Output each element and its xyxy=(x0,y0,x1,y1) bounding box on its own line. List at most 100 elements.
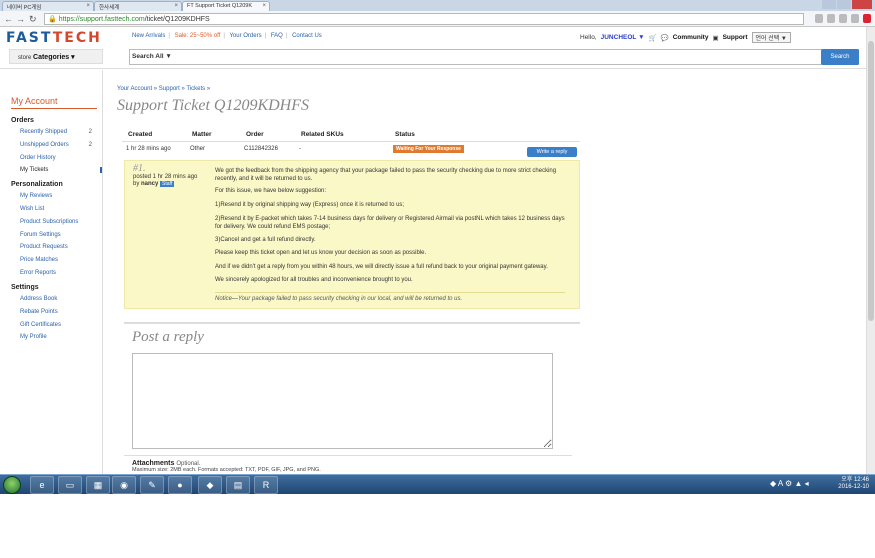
extension-icon[interactable] xyxy=(851,14,859,23)
message-paragraph: For this issue, we have below suggestion… xyxy=(215,188,327,194)
app-icon[interactable]: ▤ xyxy=(226,476,250,494)
r-app-icon[interactable]: R xyxy=(254,476,278,494)
browser-toolbar: ← → ↻ 🔒 https://support.fasttech.com/tick… xyxy=(0,11,875,27)
windows-taskbar: e ▭ ▦ ◉ ✎ ● ◆ ▤ R ◆ A ⚙ ▲ ◂ 오후 12:46 201… xyxy=(0,474,875,494)
search-button[interactable]: Search xyxy=(821,49,859,65)
paint-icon[interactable]: ✎ xyxy=(140,476,164,494)
ticket-created: 1 hr 28 mins ago xyxy=(126,146,171,152)
close-icon[interactable]: × xyxy=(86,3,90,9)
reply-textarea[interactable] xyxy=(132,353,553,449)
nav-sale[interactable]: Sale: 25~50% off xyxy=(175,33,221,39)
page-scrollbar[interactable] xyxy=(866,27,875,474)
table-divider xyxy=(122,141,580,142)
my-account-heading[interactable]: My Account xyxy=(11,96,97,109)
fasttech-logo[interactable]: FASTTECH xyxy=(6,30,102,46)
bookmark-star-icon[interactable] xyxy=(827,14,835,23)
sidebar-item-wish-list[interactable]: Wish List xyxy=(20,206,102,212)
address-bar[interactable]: 🔒 https://support.fasttech.com/ticket/Q12… xyxy=(44,13,804,25)
ticket-message: #1. posted 1 hr 28 mins ago by nancy Sta… xyxy=(124,160,580,309)
nav-new-arrivals[interactable]: New Arrivals xyxy=(132,33,165,39)
message-meta: posted 1 hr 28 mins ago by nancy Staff xyxy=(133,174,197,188)
column-header-status: Status xyxy=(395,131,415,138)
sidebar-item-my-tickets[interactable]: My Tickets xyxy=(20,167,102,173)
chrome-icon[interactable]: ◉ xyxy=(112,476,136,494)
nav-contact[interactable]: Contact Us xyxy=(292,33,322,39)
folder-icon[interactable]: ▭ xyxy=(58,476,82,494)
maximize-button[interactable] xyxy=(837,0,851,9)
nav-faq[interactable]: FAQ xyxy=(271,33,283,39)
sidebar-item-error-reports[interactable]: Error Reports xyxy=(20,270,102,276)
attachments-note: Maximum size: 2MB each. Formats accepted… xyxy=(132,467,321,473)
hello-text: Hello, xyxy=(580,34,597,41)
categories-label: Categories ▾ xyxy=(33,54,75,61)
clock-date: 2016-12-10 xyxy=(838,484,869,490)
ticket-matter: Other xyxy=(190,146,206,152)
message-paragraph: 3)Cancel and get a full refund directly. xyxy=(215,237,316,243)
page-title: Support Ticket Q1209KDHFS xyxy=(117,97,309,114)
sidebar-item-address-book[interactable]: Address Book xyxy=(20,296,102,302)
minimize-button[interactable] xyxy=(822,0,836,9)
author-name: nancy xyxy=(141,181,159,187)
forward-arrow-icon[interactable]: → xyxy=(16,14,25,24)
close-icon[interactable]: × xyxy=(174,3,178,9)
nav-your-orders[interactable]: Your Orders xyxy=(229,33,261,39)
reload-icon[interactable]: ↻ xyxy=(29,14,37,25)
language-select[interactable]: 언어 선택 ▼ xyxy=(751,32,791,43)
browser-tab[interactable]: 네이버 PC게임 × xyxy=(2,1,94,11)
close-icon[interactable]: × xyxy=(262,3,266,9)
count-badge: 2 xyxy=(88,129,92,135)
column-header-order: Order xyxy=(246,131,264,138)
url-host: support.fasttech.com xyxy=(79,16,145,23)
ie-icon[interactable]: e xyxy=(30,476,54,494)
chat-icon: 💬 xyxy=(660,34,669,42)
sidebar-item-price-matches[interactable]: Price Matches xyxy=(20,257,102,263)
breadcrumb[interactable]: Your Account » Support » Tickets » xyxy=(117,86,210,92)
browser-tab-bar: 네이버 PC게임 × 한사세계 × FT Support Ticket Q120… xyxy=(0,0,875,11)
sidebar-item-rebate-points[interactable]: Rebate Points xyxy=(20,309,102,315)
ticket-order-link[interactable]: C112842326 xyxy=(244,146,278,152)
write-reply-button[interactable]: Write a reply xyxy=(527,147,577,157)
divider xyxy=(124,455,572,456)
sidebar-item-my-reviews[interactable]: My Reviews xyxy=(20,193,102,199)
grid-app-icon[interactable]: ▦ xyxy=(86,476,110,494)
message-paragraph: 2)Resend it by E-packet which takes 7-14… xyxy=(215,216,565,230)
back-arrow-icon[interactable]: ← xyxy=(4,14,13,24)
translate-icon[interactable] xyxy=(815,14,823,23)
extension-icon[interactable] xyxy=(839,14,847,23)
kakaotalk-icon[interactable]: ● xyxy=(168,476,192,494)
browser-tab[interactable]: 한사세계 × xyxy=(94,1,182,11)
url-prefix: https:// xyxy=(58,16,80,23)
username-menu[interactable]: JUNCHEOL ▼ xyxy=(601,34,645,41)
sidebar-item-unshipped-orders[interactable]: Unshipped Orders 2 xyxy=(20,142,102,148)
tab-title: FT Support Ticket Q1209K xyxy=(187,3,253,9)
store-label: store xyxy=(18,55,32,61)
sidebar-item-gift-certificates[interactable]: Gift Certificates xyxy=(20,322,102,328)
logo-part: TECH xyxy=(52,30,102,46)
sidebar-item-my-profile[interactable]: My Profile xyxy=(20,334,102,340)
attachments-heading: Attachments Optional. xyxy=(132,460,200,467)
community-link[interactable]: Community xyxy=(673,34,709,41)
categories-menu[interactable]: store Categories ▾ xyxy=(9,49,103,64)
support-link[interactable]: Support xyxy=(723,34,748,41)
clock[interactable]: 오후 12:46 2016-12-10 xyxy=(838,477,869,491)
sidebar-item-product-requests[interactable]: Product Requests xyxy=(20,244,102,250)
notice-text: Notice—Your package failed to pass secur… xyxy=(215,292,565,302)
search-scope-select[interactable]: Search All ▼ xyxy=(132,53,172,60)
attachments-title: Attachments xyxy=(132,460,175,467)
sidebar-item-recently-shipped[interactable]: Recently Shipped 2 xyxy=(20,129,102,135)
cart-icon[interactable]: 🛒 xyxy=(649,34,657,42)
close-window-button[interactable] xyxy=(852,0,872,9)
count-badge: 2 xyxy=(88,142,92,148)
system-tray-icons[interactable]: ◆ A ⚙ ▲ ◂ xyxy=(770,479,809,488)
message-paragraph: We got the feedback from the shipping ag… xyxy=(215,168,557,182)
sidebar-item-order-history[interactable]: Order History xyxy=(20,155,102,161)
search-bar[interactable]: Search All ▼ Search xyxy=(129,49,859,65)
sidebar-item-product-subscriptions[interactable]: Product Subscriptions xyxy=(20,219,102,225)
start-button[interactable] xyxy=(3,476,21,494)
app-icon[interactable]: ◆ xyxy=(198,476,222,494)
account-sidebar: My Account Orders Recently Shipped 2 Unsh… xyxy=(0,70,103,474)
scrollbar-thumb[interactable] xyxy=(868,41,874,321)
browser-tab-active[interactable]: FT Support Ticket Q1209K × xyxy=(182,1,270,11)
menu-icon[interactable] xyxy=(863,14,871,23)
sidebar-item-forum-settings[interactable]: Forum Settings xyxy=(20,232,102,238)
